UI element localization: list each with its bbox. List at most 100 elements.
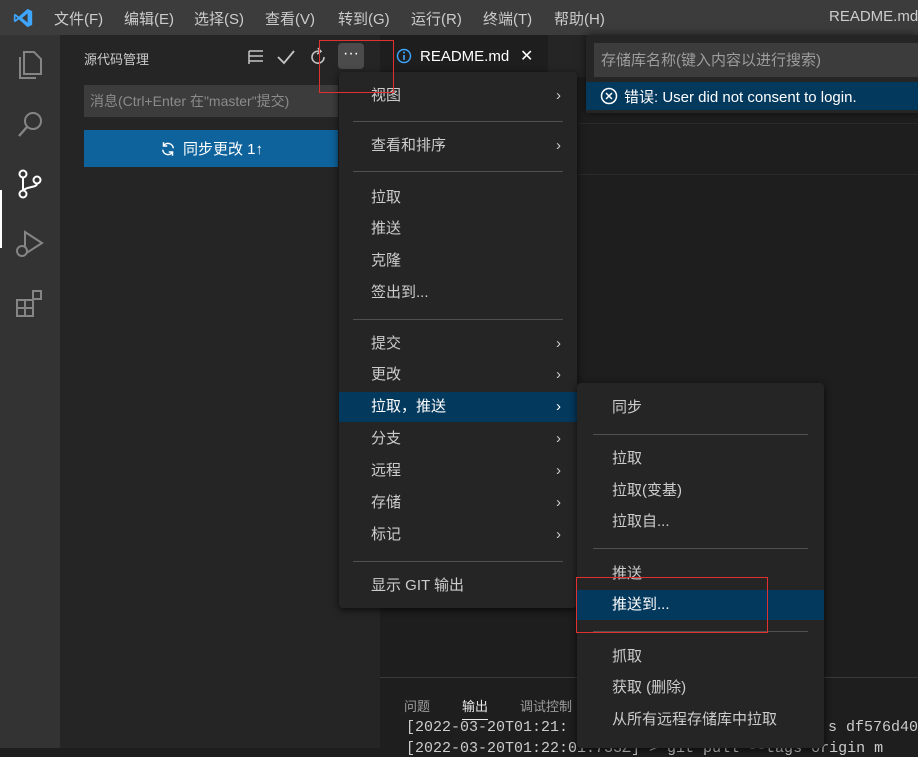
chevron-right-icon: › [556, 462, 561, 479]
menu-item-label: 推送到... [612, 596, 670, 613]
commit-message-input[interactable] [84, 85, 338, 117]
vscode-logo-icon [13, 8, 33, 28]
run-debug-icon[interactable] [12, 226, 48, 262]
submenu-item-push-to[interactable]: 推送到... [577, 590, 824, 620]
explorer-icon[interactable] [12, 47, 48, 83]
tab-readme[interactable]: README.md ✕ [380, 35, 548, 77]
source-control-icon[interactable] [12, 166, 48, 202]
menu-item-label: 拉取，推送 [371, 398, 447, 415]
menu-item-label: 拉取 [371, 189, 402, 206]
menu-item-label: 克隆 [371, 252, 402, 269]
menu-item-label: 拉取自... [612, 513, 670, 530]
quick-pick: 错误: User did not consent to login. [586, 35, 918, 113]
submenu-item-fetch-all[interactable]: 从所有远程存储库中拉取 [577, 705, 824, 735]
menu-item-label: 分支 [371, 430, 402, 447]
menu-item-view[interactable]: 视图 › [339, 81, 577, 111]
menu-item-push[interactable]: 推送 [339, 214, 577, 244]
menu-separator [353, 171, 563, 172]
output-line: [2022-03-20T01:21: [406, 719, 569, 736]
menu-separator [593, 548, 808, 549]
menu-item-label: 标记 [371, 526, 402, 543]
error-message: 错误: User did not consent to login. [624, 88, 857, 106]
menu-item-label: 提交 [371, 335, 402, 352]
context-submenu-pull-push: 同步 拉取 拉取(变基) 拉取自... 推送 推送到... 抓取 获取 (删除)… [577, 383, 824, 748]
menu-separator [353, 319, 563, 320]
menu-separator [593, 434, 808, 435]
menu-run[interactable]: 运行(R) [411, 8, 462, 29]
menu-edit[interactable]: 编辑(E) [124, 8, 174, 29]
menu-view[interactable]: 查看(V) [265, 8, 315, 29]
tab-label: README.md [420, 48, 510, 65]
chevron-right-icon: › [556, 430, 561, 447]
search-icon[interactable] [12, 107, 48, 143]
menu-separator [353, 121, 563, 122]
close-icon[interactable]: ✕ [520, 46, 533, 66]
chevron-right-icon: › [556, 494, 561, 511]
submenu-item-pull-from[interactable]: 拉取自... [577, 507, 824, 537]
view-as-tree-icon[interactable] [244, 45, 268, 69]
info-icon [396, 48, 412, 64]
menu-item-changes[interactable]: 更改 › [339, 360, 577, 390]
submenu-item-push[interactable]: 推送 [577, 559, 824, 589]
editor-line [578, 123, 918, 124]
error-icon [600, 87, 618, 105]
menu-item-commit[interactable]: 提交 › [339, 329, 577, 359]
menu-item-label: 视图 [371, 87, 402, 104]
commit-check-icon[interactable] [274, 45, 298, 69]
menu-item-checkout[interactable]: 签出到... [339, 278, 577, 308]
menu-item-show-git-output[interactable]: 显示 GIT 输出 [339, 571, 577, 601]
menu-item-label: 存储 [371, 494, 402, 511]
more-actions-button[interactable]: ··· [338, 43, 364, 69]
tab-problems[interactable]: 问题 [404, 696, 430, 715]
tab-debug-console[interactable]: 调试控制 [520, 696, 572, 715]
context-menu-main: 视图 › 查看和排序 › 拉取 推送 克隆 签出到... 提交 › 更改 › 拉取，推送… [339, 72, 577, 608]
menu-item-label: 更改 [371, 366, 402, 383]
source-control-sidebar: 源代码管理 ··· 同步更改 1↑ [60, 35, 380, 748]
chevron-right-icon: › [556, 398, 561, 415]
repo-name-input[interactable] [594, 43, 918, 77]
menu-item-pull[interactable]: 拉取 [339, 183, 577, 213]
extensions-icon[interactable] [12, 286, 48, 322]
menu-separator [353, 561, 563, 562]
activity-bar [0, 35, 60, 748]
chevron-right-icon: › [556, 335, 561, 352]
menu-separator [593, 631, 808, 632]
menu-help[interactable]: 帮助(H) [554, 8, 605, 29]
output-line-tail: s df576d40 [828, 719, 918, 736]
menu-item-pull-push[interactable]: 拉取，推送 › [339, 392, 577, 422]
menu-item-label: 推送 [612, 565, 643, 582]
quick-pick-error-item[interactable]: 错误: User did not consent to login. [586, 82, 918, 110]
menu-item-label: 查看和排序 [371, 137, 447, 154]
menu-item-label: 抓取 [612, 648, 643, 665]
menu-item-label: 获取 (删除) [612, 679, 687, 696]
submenu-item-fetch-prune[interactable]: 获取 (删除) [577, 673, 824, 703]
title-bar: 文件(F) 编辑(E) 选择(S) 查看(V) 转到(G) 运行(R) 终端(T… [0, 0, 918, 35]
tab-output[interactable]: 输出 [462, 696, 489, 720]
submenu-item-fetch[interactable]: 抓取 [577, 642, 824, 672]
menu-item-branch[interactable]: 分支 › [339, 424, 577, 454]
menu-item-label: 拉取(变基) [612, 482, 682, 499]
sync-icon [161, 141, 174, 156]
submenu-item-pull[interactable]: 拉取 [577, 444, 824, 474]
sync-changes-button[interactable]: 同步更改 1↑ [84, 130, 338, 167]
refresh-icon[interactable] [306, 45, 330, 69]
menu-item-tags[interactable]: 标记 › [339, 520, 577, 550]
menu-item-remote[interactable]: 远程 › [339, 456, 577, 486]
active-indicator [0, 190, 2, 248]
chevron-right-icon: › [556, 137, 561, 154]
menu-terminal[interactable]: 终端(T) [483, 8, 532, 29]
menu-go[interactable]: 转到(G) [338, 8, 390, 29]
menu-item-view-sort[interactable]: 查看和排序 › [339, 131, 577, 161]
sidebar-title: 源代码管理 [84, 52, 150, 67]
editor-line [578, 174, 918, 175]
menu-item-clone[interactable]: 克隆 [339, 246, 577, 276]
chevron-right-icon: › [556, 526, 561, 543]
submenu-item-sync[interactable]: 同步 [577, 393, 824, 423]
submenu-item-pull-rebase[interactable]: 拉取(变基) [577, 476, 824, 506]
menu-item-stash[interactable]: 存储 › [339, 488, 577, 518]
menu-file[interactable]: 文件(F) [54, 8, 103, 29]
menu-item-label: 从所有远程存储库中拉取 [612, 711, 778, 728]
menu-item-label: 远程 [371, 462, 402, 479]
chevron-right-icon: › [556, 366, 561, 383]
menu-selection[interactable]: 选择(S) [194, 8, 244, 29]
